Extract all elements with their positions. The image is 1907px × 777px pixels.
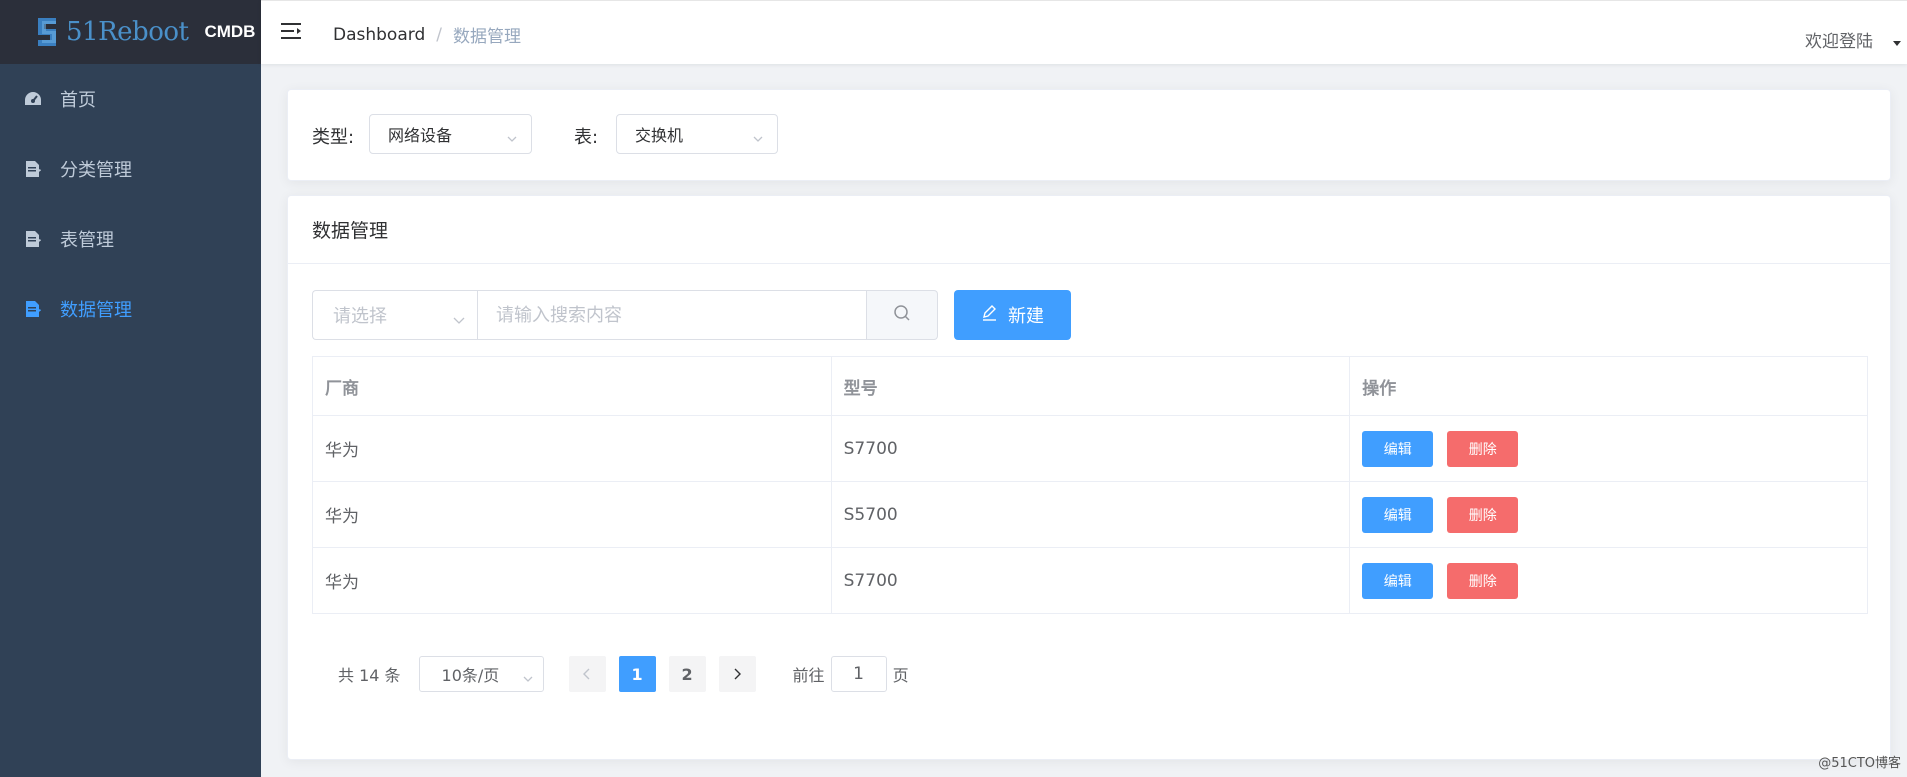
- cell-actions: 编辑 删除: [1349, 547, 1868, 614]
- next-page-button[interactable]: [718, 656, 756, 692]
- sidebar-item-data[interactable]: 数据管理: [0, 274, 261, 344]
- delete-button[interactable]: 删除: [1447, 562, 1519, 599]
- edit-button[interactable]: 编辑: [1362, 430, 1434, 467]
- top-header: Dashboard / 数据管理 欢迎登陆: [261, 0, 1907, 64]
- search-field-placeholder: 请选择: [333, 306, 387, 327]
- new-button-label: 新建: [1008, 306, 1044, 327]
- chevron-right-icon: [732, 665, 742, 684]
- page-jumper: 前往 页: [793, 656, 909, 692]
- sidebar-item-label: 分类管理: [60, 160, 132, 181]
- page-button-1[interactable]: 1: [618, 656, 656, 692]
- cell-vendor: 华为: [312, 547, 832, 614]
- table-row: 华为 S5700 编辑 删除: [312, 481, 1868, 548]
- column-header-model[interactable]: 型号: [830, 356, 1351, 416]
- logo-bar[interactable]: 51Reboot CMDB: [0, 0, 261, 64]
- edit-button[interactable]: 编辑: [1362, 496, 1434, 533]
- cell-model: S5700: [830, 481, 1351, 548]
- logo-icon: [34, 16, 60, 48]
- breadcrumb-separator: /: [436, 24, 442, 45]
- caret-down-icon[interactable]: [1893, 41, 1901, 46]
- pagination: 共 14 条 10条/页 1 2 前往 页: [338, 656, 909, 692]
- search-input[interactable]: [477, 290, 867, 340]
- cell-vendor: 华为: [312, 415, 832, 482]
- sidebar-item-category[interactable]: 分类管理: [0, 134, 261, 204]
- dashboard-icon: [24, 90, 42, 108]
- table-row: 华为 S7700 编辑 删除: [312, 547, 1868, 614]
- new-button[interactable]: 新建: [954, 290, 1071, 340]
- chevron-down-icon: [507, 129, 517, 142]
- column-header-actions: 操作: [1349, 356, 1868, 416]
- table-row: 华为 S7700 编辑 删除: [312, 415, 1868, 482]
- chevron-down-icon: [453, 310, 465, 324]
- sidebar: 51Reboot CMDB 首页 分类管理 表管理 数据管理: [0, 0, 261, 777]
- breadcrumb: Dashboard / 数据管理: [333, 22, 521, 48]
- filter-card: 类型: 网络设备 表: 交换机: [287, 89, 1891, 181]
- edit-button[interactable]: 编辑: [1362, 562, 1434, 599]
- cell-actions: 编辑 删除: [1349, 481, 1868, 548]
- sidebar-item-label: 首页: [60, 90, 96, 111]
- document-icon: [24, 160, 42, 178]
- delete-button[interactable]: 删除: [1447, 496, 1519, 533]
- goto-label: 前往: [792, 666, 825, 685]
- goto-page-input[interactable]: [830, 656, 887, 692]
- type-select[interactable]: 网络设备: [369, 114, 532, 154]
- product-name: CMDB: [204, 22, 256, 41]
- data-table: 厂商 型号 操作 华为 S7700 编辑 删除 华为 S5700 编辑 删除 华…: [312, 356, 1868, 614]
- search-field-select[interactable]: 请选择: [312, 290, 477, 340]
- sidebar-item-label: 数据管理: [60, 300, 132, 321]
- table-select-value: 交换机: [635, 126, 684, 145]
- chevron-down-icon: [523, 669, 533, 682]
- breadcrumb-current: 数据管理: [452, 27, 521, 47]
- chevron-down-icon: [753, 129, 763, 142]
- cell-vendor: 华为: [312, 481, 832, 548]
- breadcrumb-dashboard[interactable]: Dashboard: [333, 25, 425, 45]
- search-icon: [893, 304, 911, 327]
- pagination-total: 共 14 条: [338, 666, 401, 685]
- table-header-row: 厂商 型号 操作: [312, 356, 1868, 416]
- page-button-2[interactable]: 2: [668, 656, 706, 692]
- data-panel: 数据管理 请选择 新建 厂商 型号 操作: [287, 195, 1891, 760]
- sidebar-item-home[interactable]: 首页: [0, 64, 261, 134]
- sidebar-item-tables[interactable]: 表管理: [0, 204, 261, 274]
- table-label: 表:: [574, 127, 599, 148]
- search-bar: 请选择 新建: [312, 290, 1071, 340]
- logo-text: 51Reboot: [66, 17, 189, 47]
- panel-title: 数据管理: [288, 196, 1890, 264]
- user-menu[interactable]: 欢迎登陆: [1805, 27, 1873, 52]
- column-header-vendor[interactable]: 厂商: [312, 356, 832, 416]
- prev-page-button[interactable]: [568, 656, 606, 692]
- hamburger-icon[interactable]: [281, 21, 303, 41]
- cell-model: S7700: [830, 415, 1351, 482]
- cell-actions: 编辑 删除: [1349, 415, 1868, 482]
- page-size-value: 10条/页: [441, 666, 500, 685]
- delete-button[interactable]: 删除: [1447, 430, 1519, 467]
- page-unit-label: 页: [892, 666, 909, 685]
- type-select-value: 网络设备: [388, 126, 453, 145]
- page-size-select[interactable]: 10条/页: [418, 656, 544, 692]
- document-icon: [24, 300, 42, 318]
- sidebar-item-label: 表管理: [60, 230, 114, 251]
- edit-icon: [981, 304, 1008, 326]
- cell-model: S7700: [830, 547, 1351, 614]
- type-label: 类型:: [312, 127, 355, 148]
- sidebar-menu: 首页 分类管理 表管理 数据管理: [0, 64, 261, 344]
- watermark: @51CTO博客: [1818, 756, 1901, 771]
- search-button[interactable]: [867, 290, 938, 340]
- document-icon: [24, 230, 42, 248]
- chevron-left-icon: [582, 665, 592, 684]
- table-select[interactable]: 交换机: [616, 114, 778, 154]
